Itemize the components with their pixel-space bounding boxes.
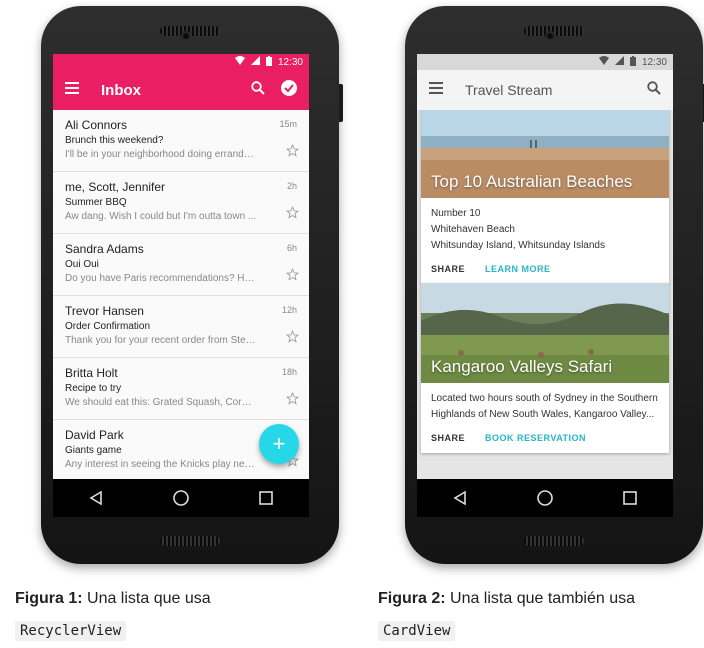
card-line: Number 10 [431, 208, 481, 219]
share-button[interactable]: SHARE [431, 264, 465, 274]
email-preview: Thank you for your recent order from Ste… [65, 335, 257, 346]
camera [181, 31, 191, 41]
star-icon[interactable] [285, 267, 300, 286]
share-button[interactable]: SHARE [431, 433, 465, 443]
email-sender: me, Scott, Jennifer [65, 180, 166, 194]
book-reservation-button[interactable]: BOOK RESERVATION [485, 433, 586, 443]
speaker-grille [524, 536, 584, 546]
home-icon[interactable] [170, 487, 192, 509]
email-preview: We should eat this: Grated Squash, Corn,… [65, 397, 257, 408]
toolbar-title: Inbox [101, 81, 141, 99]
email-preview: I'll be in your neighborhood doing erran… [65, 149, 257, 160]
email-subject: Order Confirmation [65, 321, 151, 332]
star-icon[interactable] [285, 205, 300, 224]
compose-fab-button[interactable]: + [259, 424, 299, 464]
status-time: 12:30 [277, 56, 303, 68]
card-actions: SHARE LEARN MORE [421, 254, 669, 284]
inbox-appbar: 12:30 Inbox [53, 54, 309, 110]
email-preview: Do you have Paris recommendations? Hav..… [65, 273, 257, 284]
email-time: 15m [279, 119, 297, 129]
recents-icon[interactable] [255, 487, 277, 509]
learn-more-button[interactable]: LEARN MORE [485, 264, 551, 274]
battery-icon [629, 55, 636, 69]
phone-right: Top 10 Australian Beaches Number 10 Whit… [405, 6, 704, 564]
phone-left: 12:30 Inbox Ali Connors Brunch this week… [41, 6, 343, 564]
status-time: 12:30 [641, 56, 667, 68]
travel-screen: Top 10 Australian Beaches Number 10 Whit… [417, 54, 673, 517]
menu-icon[interactable] [65, 81, 79, 99]
card-title: Kangaroo Valleys Safari [431, 357, 613, 376]
email-preview: Any interest in seeing the Knicks play n… [65, 459, 257, 470]
card-line: Located two hours south of Sydney in the… [431, 393, 658, 404]
card-body: Number 10 Whitehaven Beach Whitsunday Is… [421, 198, 669, 254]
side-button [339, 84, 343, 122]
email-row[interactable]: Sandra Adams Oui Oui Do you have Paris r… [53, 234, 309, 296]
figure-1-code: RecyclerView [15, 621, 127, 641]
email-sender: Trevor Hansen [65, 304, 144, 318]
battery-icon [265, 55, 272, 69]
email-subject: Summer BBQ [65, 197, 127, 208]
email-row[interactable]: Trevor Hansen Order Confirmation Thank y… [53, 296, 309, 358]
search-icon[interactable] [647, 80, 661, 100]
star-icon[interactable] [285, 391, 300, 410]
email-time: 2h [286, 181, 297, 191]
figure-1-label: Figura 1: [15, 590, 83, 607]
check-circle-icon[interactable] [281, 79, 297, 101]
figure-2-caption: Figura 2: Una lista que también usa [378, 590, 635, 608]
signal-icon [614, 56, 624, 68]
email-subject: Oui Oui [65, 259, 99, 270]
card-line: Highlands of New South Wales, Kangaroo V… [431, 409, 655, 420]
email-subject: Recipe to try [65, 383, 122, 394]
figure-2-text: Una lista que también usa [445, 590, 636, 607]
wifi-icon [234, 56, 245, 68]
email-preview: Aw dang. Wish I could but I'm outta town… [65, 211, 257, 222]
back-icon[interactable] [449, 487, 471, 509]
email-sender: Sandra Adams [65, 242, 144, 256]
email-row[interactable]: me, Scott, Jennifer Summer BBQ Aw dang. … [53, 172, 309, 234]
signal-icon [250, 56, 260, 68]
travel-appbar: 12:30 Travel Stream [417, 54, 673, 110]
email-row[interactable]: Ali Connors Brunch this weekend? I'll be… [53, 110, 309, 172]
beach-image: Top 10 Australian Beaches [421, 98, 669, 198]
email-sender: Ali Connors [65, 118, 128, 132]
recents-icon[interactable] [619, 487, 641, 509]
toolbar-title: Travel Stream [465, 82, 553, 98]
email-time: 18h [281, 367, 297, 377]
figure-1-caption: Figura 1: Una lista que usa [15, 590, 211, 608]
figure-1-text: Una lista que usa [82, 590, 211, 607]
safari-image: Kangaroo Valleys Safari [421, 283, 669, 383]
nav-bar [417, 479, 673, 517]
inbox-toolbar: Inbox [53, 70, 309, 110]
email-time: 12h [281, 305, 297, 315]
star-icon[interactable] [285, 143, 300, 162]
card-safari[interactable]: Kangaroo Valleys Safari Located two hour… [421, 283, 669, 453]
camera [545, 31, 555, 41]
star-icon[interactable] [285, 329, 300, 348]
card-line: Whitsunday Island, Whitsunday Islands [431, 240, 605, 251]
home-icon[interactable] [534, 487, 556, 509]
travel-toolbar: Travel Stream [417, 70, 673, 110]
figure-2-code: CardView [378, 621, 456, 641]
email-subject: Brunch this weekend? [65, 135, 164, 146]
email-row[interactable]: Britta Holt Recipe to try We should eat … [53, 358, 309, 420]
card-actions: SHARE BOOK RESERVATION [421, 423, 669, 453]
card-title: Top 10 Australian Beaches [431, 172, 633, 191]
card-body: Located two hours south of Sydney in the… [421, 383, 669, 423]
nav-bar [53, 479, 309, 517]
status-bar: 12:30 [53, 54, 309, 70]
email-time: 6h [286, 243, 297, 253]
figure-2-label: Figura 2: [378, 590, 446, 607]
email-sender: Britta Holt [65, 366, 118, 380]
card-beaches[interactable]: Top 10 Australian Beaches Number 10 Whit… [421, 98, 669, 284]
speaker-grille [160, 536, 220, 546]
search-icon[interactable] [251, 80, 265, 100]
card-line: Whitehaven Beach [431, 224, 515, 235]
menu-icon[interactable] [429, 81, 443, 99]
wifi-icon [598, 56, 609, 68]
status-bar: 12:30 [417, 54, 673, 70]
inbox-screen: 12:30 Inbox Ali Connors Brunch this week… [53, 54, 309, 517]
back-icon[interactable] [85, 487, 107, 509]
